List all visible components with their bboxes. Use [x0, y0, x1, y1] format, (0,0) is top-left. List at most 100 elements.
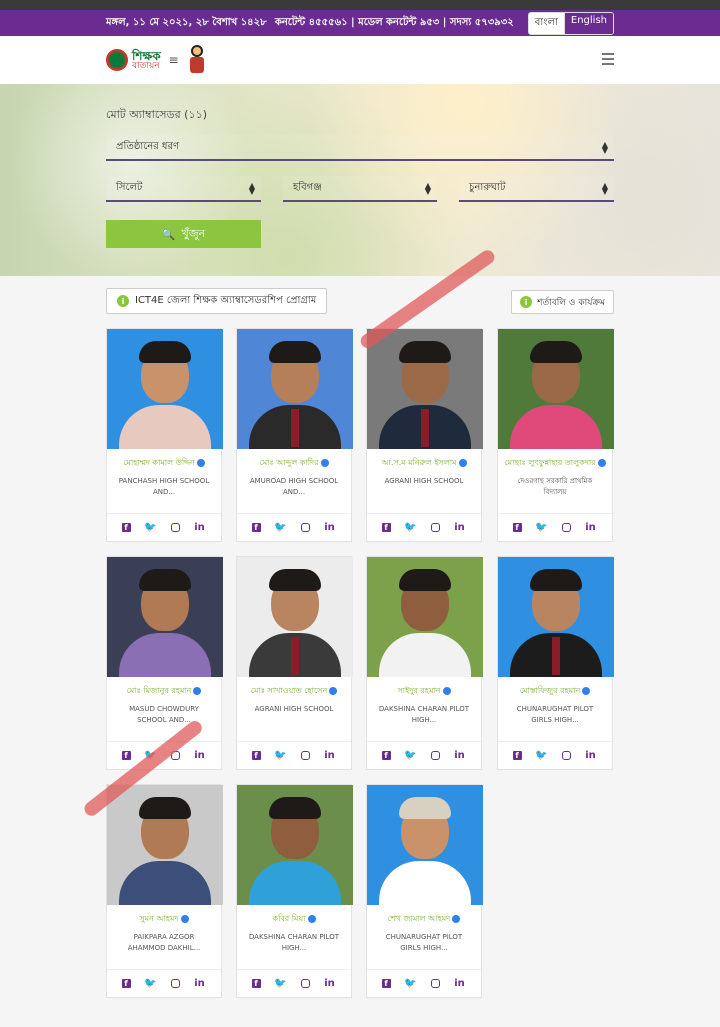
instagram-icon[interactable]: ◎: [300, 751, 310, 760]
teacher-name[interactable]: সুমন আহমদ: [107, 913, 221, 926]
facebook-icon[interactable]: f: [512, 523, 522, 532]
instagram-icon[interactable]: ◎: [170, 979, 180, 988]
facebook-icon[interactable]: f: [381, 751, 391, 760]
twitter-icon[interactable]: 🐦: [274, 522, 288, 533]
instagram-icon[interactable]: ◎: [430, 751, 440, 760]
lang-english-button[interactable]: English: [563, 12, 613, 34]
twitter-icon[interactable]: 🐦: [144, 522, 158, 533]
search-button[interactable]: 🔍 খুঁজুন: [106, 220, 261, 248]
teacher-name[interactable]: সাইদুর রহমান: [367, 685, 481, 698]
teacher-card[interactable]: সুমন আহমদ PAIKPARA AZGOR AHAMMOD DAKHIL.…: [106, 784, 223, 998]
facebook-icon[interactable]: f: [251, 523, 261, 532]
twitter-icon[interactable]: 🐦: [144, 978, 158, 989]
teacher-name[interactable]: মোঃ মিজানুর রহমান: [107, 685, 221, 698]
teacher-card[interactable]: মোছাঃ লুৎফুন্নাহার তালুকদার দেওরগাছ সরকা…: [497, 328, 614, 542]
photo-body: [119, 633, 211, 677]
twitter-icon[interactable]: 🐦: [274, 750, 288, 761]
teacher-name[interactable]: মোঃ সাখাওয়াত হোসেন: [237, 685, 351, 698]
teacher-photo[interactable]: [498, 329, 614, 449]
teacher-name[interactable]: আ.স.ম মনিরুল ইসলাম: [367, 457, 481, 470]
division-select[interactable]: সিলেট ▲ ▼: [106, 176, 261, 202]
instagram-icon[interactable]: ◎: [430, 523, 440, 532]
teacher-name[interactable]: মোহাম্মদ কামাল উদ্দিন: [107, 457, 221, 470]
teacher-name[interactable]: মোছাঃ লুৎফুন্নাহার তালুকদার: [498, 457, 612, 470]
linkedin-icon[interactable]: in: [193, 978, 207, 989]
linkedin-icon[interactable]: in: [584, 522, 598, 533]
teacher-card[interactable]: মোঃ আব্দুল কাদির AMUROAD HIGH SCHOOL AND…: [236, 328, 353, 542]
teacher-photo[interactable]: [237, 557, 353, 677]
search-label: খুঁজুন: [181, 226, 206, 240]
teacher-name[interactable]: মোঃ আব্দুল কাদির: [237, 457, 351, 470]
twitter-icon[interactable]: 🐦: [535, 522, 549, 533]
photo-tie: [552, 637, 560, 675]
site-logo[interactable]: শিক্ষক বাতায়ন: [132, 50, 161, 71]
instagram-icon[interactable]: ◎: [430, 979, 440, 988]
teacher-photo[interactable]: [107, 785, 223, 905]
instagram-icon[interactable]: ◎: [561, 523, 571, 532]
teacher-card[interactable]: সাইদুর রহমান DAKSHINA CHARAN PILOT HIGH.…: [366, 556, 483, 770]
teacher-card[interactable]: মোহাম্মদ কামাল উদ্দিন PANCHASH HIGH SCHO…: [106, 328, 223, 542]
photo-hair: [269, 797, 321, 819]
upazila-select[interactable]: চুনারুঘাট ▲ ▼: [459, 176, 614, 202]
instagram-icon[interactable]: ◎: [561, 751, 571, 760]
linkedin-icon[interactable]: in: [453, 522, 467, 533]
teacher-card[interactable]: মোঃ মিজানুর রহমান MASUD CHOWDURY SCHOOL …: [106, 556, 223, 770]
teacher-name[interactable]: কবির মিয়া: [237, 913, 351, 926]
facebook-icon[interactable]: f: [381, 979, 391, 988]
browser-strip: [0, 0, 720, 10]
teacher-photo[interactable]: [367, 785, 483, 905]
logo-title: শিক্ষক: [132, 48, 161, 63]
teacher-school: দেওরগাছ সরকারি প্রাথমিক বিদ্যালয়: [517, 477, 593, 496]
institution-type-select[interactable]: প্রতিষ্ঠানের ধরণ ▲ ▼: [106, 135, 614, 161]
teacher-photo[interactable]: [107, 329, 223, 449]
teacher-photo[interactable]: [367, 329, 483, 449]
linkedin-icon[interactable]: in: [193, 522, 207, 533]
district-select[interactable]: হবিগঞ্জ ▲ ▼: [283, 176, 437, 202]
teacher-photo[interactable]: [498, 557, 614, 677]
facebook-icon[interactable]: f: [381, 523, 391, 532]
rules-button[interactable]: i শর্তাবলি ও কার্যক্রম: [511, 290, 614, 314]
facebook-icon[interactable]: f: [251, 751, 261, 760]
instagram-icon[interactable]: ◎: [300, 979, 310, 988]
linkedin-icon[interactable]: in: [453, 978, 467, 989]
teacher-card[interactable]: শেখ জামাল আহমদ CHUNARUGHAT PILOT GIRLS H…: [366, 784, 483, 998]
linkedin-icon[interactable]: in: [584, 750, 598, 761]
facebook-icon[interactable]: f: [121, 751, 131, 760]
teacher-card[interactable]: আ.স.ম মনিরুল ইসলাম AGRANI HIGH SCHOOL f …: [366, 328, 483, 542]
linkedin-icon[interactable]: in: [323, 978, 337, 989]
photo-hair: [139, 797, 191, 819]
photo-hair: [269, 569, 321, 591]
teacher-card[interactable]: কবির মিয়া DAKSHINA CHARAN PILOT HIGH...…: [236, 784, 353, 998]
instagram-icon[interactable]: ◎: [300, 523, 310, 532]
linkedin-icon[interactable]: in: [323, 750, 337, 761]
facebook-icon[interactable]: f: [121, 979, 131, 988]
ambassador-list-section: i ICT4E জেলা শিক্ষক অ্যাম্বাসেডরশিপ প্রো…: [0, 247, 720, 1027]
twitter-icon[interactable]: 🐦: [404, 522, 418, 533]
teacher-name[interactable]: শেখ জামাল আহমদ: [367, 913, 481, 926]
twitter-icon[interactable]: 🐦: [404, 978, 418, 989]
instagram-icon[interactable]: ◎: [170, 523, 180, 532]
teacher-name[interactable]: মোস্তাফিজুর রহমান: [498, 685, 612, 698]
info-icon: i: [117, 295, 129, 307]
lang-bangla-button[interactable]: বাংলা: [528, 12, 564, 34]
teacher-photo[interactable]: [367, 557, 483, 677]
hamburger-menu-icon[interactable]: [602, 53, 614, 65]
teacher-card[interactable]: মোঃ সাখাওয়াত হোসেন AGRANI HIGH SCHOOL f…: [236, 556, 353, 770]
govt-seal-logo[interactable]: [106, 49, 128, 71]
teacher-photo[interactable]: [107, 557, 223, 677]
twitter-icon[interactable]: 🐦: [404, 750, 418, 761]
facebook-icon[interactable]: f: [251, 979, 261, 988]
facebook-icon[interactable]: f: [121, 523, 131, 532]
teacher-card[interactable]: মোস্তাফিজুর রহমান CHUNARUGHAT PILOT GIRL…: [497, 556, 614, 770]
photo-tie: [291, 409, 299, 447]
linkedin-icon[interactable]: in: [323, 522, 337, 533]
select-arrows-icon: ▲ ▼: [601, 181, 608, 196]
facebook-icon[interactable]: f: [512, 751, 522, 760]
upazila-value: চুনারুঘাট: [469, 181, 506, 193]
linkedin-icon[interactable]: in: [193, 750, 207, 761]
teacher-photo[interactable]: [237, 329, 353, 449]
twitter-icon[interactable]: 🐦: [535, 750, 549, 761]
teacher-photo[interactable]: [237, 785, 353, 905]
twitter-icon[interactable]: 🐦: [274, 978, 288, 989]
linkedin-icon[interactable]: in: [453, 750, 467, 761]
